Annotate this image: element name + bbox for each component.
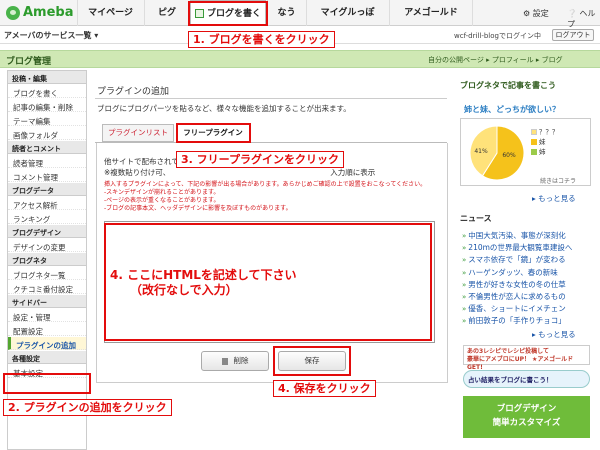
legend-swatch [531, 129, 537, 135]
warning-line: 挿入するプラグインによって、下記の影響が出る場合があります。あらかじめご確認の上… [104, 181, 427, 188]
news-item[interactable]: スマホ依存で「鏡」が変わる [462, 254, 565, 265]
sidebar-item[interactable]: 読者管理 [8, 155, 86, 168]
annotation-line: （改行なしで入力） [130, 283, 238, 297]
banner-line: ブログデザイン [496, 404, 557, 414]
highlight-free-plugin-tab [176, 123, 251, 143]
sidebar-item[interactable]: 画像フォルダ [8, 127, 86, 140]
legend-label: 妹 [539, 138, 546, 146]
poll-pie-chart: 60% 41% [469, 125, 525, 181]
highlight-plugin-add [3, 373, 91, 394]
settings-link[interactable]: ⚙ 設定 [523, 8, 549, 19]
news-item[interactable]: 中国大気汚染、事態が深刻化 [462, 230, 566, 241]
nav-now[interactable]: なう [267, 0, 305, 26]
logout-button[interactable]: ログアウト [552, 29, 594, 41]
sidebar-item[interactable]: ランキング [8, 211, 86, 224]
nav-ameba-gold[interactable]: アメゴールド [389, 0, 473, 26]
sidebar-section-heading: 読者とコメント [8, 141, 86, 154]
page-description: ブログにブログパーツを貼るなど、様々な機能を追加することが出来ます。 [97, 104, 351, 113]
banner-line: 簡単カスタマイズ [492, 418, 561, 428]
news-item[interactable]: 不倫男性が恋人に求めるもの [462, 291, 566, 302]
logo-text: Ameba [23, 5, 74, 20]
sidebar-item[interactable]: 設定・管理 [8, 309, 86, 322]
highlight-save [273, 346, 351, 376]
sidebar-section-heading: ブログデザイン [8, 225, 86, 238]
sidebar-section-heading: ブログネタ [8, 253, 86, 266]
ameba-pig-icon [6, 5, 20, 20]
sidebar-item[interactable]: デザインの変更 [8, 239, 86, 252]
news-item[interactable]: 210mの世界最大観覧車建設へ [462, 242, 572, 253]
annotation-step4-save: 4. 保存をクリック [273, 380, 376, 397]
news-heading: ニュース [460, 214, 492, 223]
nav-pigg[interactable]: ピグ [144, 0, 189, 26]
warning-line: -ページの表示が重くなることがあります。 [104, 197, 220, 204]
pie-label-41: 41% [474, 148, 488, 155]
delete-label: 削除 [233, 356, 249, 365]
desc-line-2: ※複数貼り付け可、 [104, 168, 171, 177]
legend-label: 姉 [539, 148, 546, 156]
trash-icon [221, 357, 228, 365]
services-dropdown[interactable]: アメーバのサービス一覧 ▾ [4, 30, 98, 41]
blog-neta-question[interactable]: 姉と妹、どっちが欲しい？ [464, 104, 560, 115]
warning-text: 挿入するプラグインによって、下記の影響が出る場合があります。あらかじめご確認の上… [104, 181, 444, 213]
annotation-step2: 2. プラグインの追加をクリック [3, 399, 172, 416]
ameba-logo[interactable]: Ameba [6, 5, 74, 20]
news-item[interactable]: 前田敦子の「手作りチョコ」 [462, 315, 566, 326]
blog-neta-heading: ブログネタで記事を書こう [460, 81, 556, 90]
sidebar-item[interactable]: アクセス解析 [8, 197, 86, 210]
login-status: wcf-drill-blogでログイン中 [454, 32, 541, 40]
sidebar-item[interactable]: 記事の編集・削除 [8, 99, 86, 112]
news-item[interactable]: 優香、ショートにイメチェン [462, 303, 566, 314]
annotation-step1: 1. ブログを書くをクリック [188, 31, 335, 48]
design-customize-banner[interactable]: ブログデザイン 簡単カスタマイズ [463, 396, 590, 438]
tab-plugin-list[interactable]: プラグインリスト [102, 124, 174, 142]
annotation-step4-input: 4. ここにHTMLを記述して下さい （改行なしで入力） [110, 268, 297, 298]
more-link[interactable]: ▸ もっと見る [532, 193, 576, 204]
sidebar-item[interactable]: テーマ編集 [8, 113, 86, 126]
title-divider [95, 98, 447, 99]
blog-management-title: ブログ管理 [6, 57, 52, 67]
sidebar-item-plugin-add[interactable]: プラグインの追加 [8, 337, 86, 350]
news-item[interactable]: ハーゲンダッツ、春の新味 [462, 267, 557, 278]
annotation-line: 4. ここにHTMLを記述して下さい [110, 268, 297, 282]
sidebar-item[interactable]: ブログを書く [8, 85, 86, 98]
sidebar-item[interactable]: クチコミ番付設定 [8, 281, 86, 294]
sidebar-section-heading: ブログデータ [8, 183, 86, 196]
delete-button[interactable]: 削除 [201, 351, 269, 371]
neta-continue-link[interactable]: 続きはコチラ [540, 176, 576, 185]
highlight-write-blog [188, 1, 268, 26]
legend-swatch [531, 149, 537, 155]
sidebar-section-heading: 投稿・編集 [8, 71, 86, 84]
news-item[interactable]: 男性が好きな女性の冬の仕草 [462, 279, 566, 290]
sidebar-item[interactable]: 配置設定 [8, 323, 86, 336]
sidebar-item[interactable]: ブログネタ一覧 [8, 267, 86, 280]
page-title: プラグインの追加 [97, 87, 170, 97]
nav-mypage[interactable]: マイページ [77, 0, 143, 26]
sidebar-section-heading: 各種設定 [8, 351, 86, 364]
sidebar-item[interactable]: コメント管理 [8, 169, 86, 182]
warning-line: -ブログの記事本文、ヘッダデザインに影響を及ぼすものがあります。 [104, 205, 292, 212]
nav-my-group[interactable]: マイグルっぽ [306, 0, 388, 26]
fortune-banner[interactable]: 占い結果をブログに書こう！ [463, 370, 590, 388]
warning-line: -スキンデザインが崩れることがあります。 [104, 189, 220, 196]
legend-swatch [531, 139, 537, 145]
recipe-banner[interactable]: あの3レシピでレシピ投稿して 豪華にアメブロにUP！ ★アメゴールドGET! [463, 345, 590, 371]
poll-legend: ？？？ 妹 姉 [531, 127, 559, 157]
legend-label: ？？？ [539, 128, 559, 136]
annotation-step3: 3. フリープラグインをクリック [176, 151, 345, 168]
sidebar-section-heading: サイドバー [8, 295, 86, 308]
public-page-links[interactable]: 自分の公開ページ ▸ プロフィール ▸ ブログ [428, 55, 563, 65]
news-more-link[interactable]: ▸ もっと見る [532, 329, 576, 340]
pie-label-60: 60% [502, 152, 516, 159]
desc-line-2-tail: 入力順に表示 [330, 168, 376, 177]
